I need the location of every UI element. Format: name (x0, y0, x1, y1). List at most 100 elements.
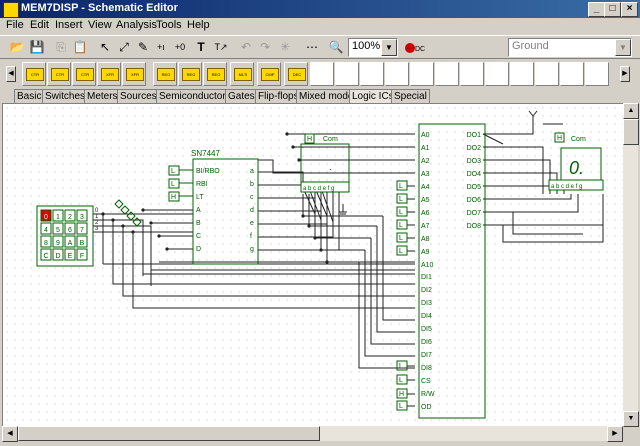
part-ctr-1[interactable]: CTR (22, 62, 46, 86)
horizontal-scrollbar[interactable]: ◀ ▶ (2, 426, 623, 442)
keypad-key[interactable]: 2 (68, 214, 72, 221)
maximize-button[interactable]: □ (604, 2, 621, 17)
grid-icon[interactable]: ⋯ (303, 38, 321, 56)
ground-select[interactable]: Ground ▼ (508, 38, 632, 57)
part-xfr-1[interactable]: XFR (97, 62, 121, 86)
part-slot[interactable] (460, 62, 484, 86)
level-source[interactable]: L (399, 209, 403, 216)
level-source[interactable]: L (171, 181, 175, 188)
tab-logic-ics[interactable]: Logic ICs (349, 89, 397, 103)
part-slot[interactable] (410, 62, 434, 86)
level-source[interactable]: L (399, 403, 403, 410)
keypad-key[interactable]: F (80, 253, 84, 260)
part-mlti[interactable]: MLTI (230, 62, 254, 86)
keypad-key[interactable]: 4 (44, 227, 48, 234)
level-source[interactable]: L (399, 248, 403, 255)
keypad-key[interactable]: 8 (44, 240, 48, 247)
part-slot[interactable] (560, 62, 584, 86)
part-slot[interactable] (335, 62, 359, 86)
vertical-scroll-thumb[interactable] (623, 119, 639, 145)
bus-icon[interactable]: +ı (152, 38, 170, 56)
seven-segment-display-right[interactable]: H Com a b c d e f g 0. (548, 132, 604, 191)
schematic-canvas[interactable]: 0 1 2 3 4 5 6 7 8 9 A B C D E F 0 1 2 3 (2, 103, 624, 427)
menu-insert[interactable]: Insert (55, 19, 83, 31)
text-icon[interactable]: T (192, 38, 210, 56)
parts-scroll-left[interactable]: ◀ (6, 66, 16, 82)
zoom-icon[interactable]: 🔍 (327, 38, 345, 56)
part-reg-3[interactable]: REG (203, 62, 227, 86)
scroll-down-icon[interactable]: ▼ (623, 411, 639, 427)
tab-sources[interactable]: Sources (117, 89, 160, 103)
level-source[interactable]: L (399, 235, 403, 242)
scroll-left-icon[interactable]: ◀ (2, 426, 18, 442)
hex-keypad[interactable]: 0 1 2 3 4 5 6 7 8 9 A B C D E F 0 1 2 3 (36, 199, 142, 267)
node-icon[interactable]: +0 (171, 38, 189, 56)
horizontal-scroll-thumb[interactable] (18, 426, 320, 441)
tab-special[interactable]: Special (391, 89, 430, 103)
paste-icon[interactable]: 📋 (71, 38, 89, 56)
seven-segment-display-left[interactable]: H Com a b c d e f g . (300, 133, 350, 193)
tab-semiconductors[interactable]: Semiconductors (156, 89, 234, 103)
part-ctr-2[interactable]: CTR (47, 62, 71, 86)
part-slot[interactable] (510, 62, 534, 86)
scroll-up-icon[interactable]: ▲ (623, 103, 639, 119)
keypad-key[interactable]: 3 (80, 214, 84, 221)
part-reg-2[interactable]: REG (178, 62, 202, 86)
part-xfr-2[interactable]: XFR (122, 62, 146, 86)
rotate-right-icon[interactable]: ↷ (256, 38, 274, 56)
keypad-key[interactable]: 6 (68, 227, 72, 234)
keypad-key[interactable]: 5 (56, 227, 60, 234)
menu-view[interactable]: View (88, 19, 112, 31)
open-folder-icon[interactable]: 📂 (8, 38, 26, 56)
part-slot[interactable] (360, 62, 384, 86)
tab-basic[interactable]: Basic (14, 89, 45, 103)
part-slot[interactable] (385, 62, 409, 86)
select-arrow-icon[interactable]: ↖ (96, 38, 114, 56)
vertical-scrollbar[interactable]: ▲ ▼ (623, 103, 639, 427)
level-source[interactable]: H (557, 135, 562, 142)
tab-mixed-mode[interactable]: Mixed mode (296, 89, 357, 103)
level-source[interactable]: L (399, 196, 403, 203)
part-dec[interactable]: DEC (284, 62, 308, 86)
keypad-key[interactable]: D (55, 253, 60, 260)
pencil-icon[interactable]: ✎ (134, 38, 152, 56)
wire-icon[interactable]: ⤢ (115, 38, 133, 56)
memory-chip[interactable]: A0 A1 A2 A3 A4 A5 A6 A7 A8 A9 A10 DI1 DI… (396, 123, 486, 419)
part-slot[interactable] (435, 62, 459, 86)
menu-analysis[interactable]: Analysis (116, 19, 157, 31)
menu-help[interactable]: Help (187, 19, 210, 31)
dc-analysis-button[interactable]: DC (402, 38, 428, 56)
scroll-right-icon[interactable]: ▶ (607, 426, 623, 442)
menu-edit[interactable]: Edit (30, 19, 49, 31)
parts-scroll-right[interactable]: ▶ (620, 66, 630, 82)
label-icon[interactable]: T↗ (212, 38, 230, 56)
rotate-left-icon[interactable]: ↶ (237, 38, 255, 56)
level-source[interactable]: H (399, 391, 404, 398)
keypad-key[interactable]: E (68, 253, 73, 260)
level-source[interactable]: L (399, 183, 403, 190)
part-reg-1[interactable]: REG (153, 62, 177, 86)
part-slot[interactable] (485, 62, 509, 86)
tab-switches[interactable]: Switches (42, 89, 89, 103)
part-slot[interactable] (310, 62, 334, 86)
zoom-select[interactable]: 100% ▼ (348, 38, 398, 57)
keypad-key[interactable]: C (43, 253, 48, 260)
part-cmp[interactable]: CMP (257, 62, 281, 86)
part-slot[interactable] (585, 62, 609, 86)
menu-file[interactable]: File (6, 19, 24, 31)
tab-gates[interactable]: Gates (225, 89, 258, 103)
keypad-key[interactable]: 0 (44, 214, 48, 221)
minimize-button[interactable]: _ (588, 2, 605, 17)
tab-flip-flops[interactable]: Flip-flops (255, 89, 302, 103)
save-icon[interactable]: 💾 (28, 38, 46, 56)
menu-tools[interactable]: Tools (156, 19, 182, 31)
keypad-key[interactable]: 1 (56, 214, 60, 221)
copy-icon[interactable]: ⎘ (52, 38, 70, 56)
sn7447-decoder[interactable]: SN7447 BI/RBO RBI LT A B C D a b c d e f… (168, 149, 259, 265)
level-source[interactable]: L (399, 377, 403, 384)
level-source[interactable]: H (307, 136, 312, 143)
close-button[interactable]: × (621, 2, 638, 17)
level-source[interactable]: L (171, 168, 175, 175)
keypad-key[interactable]: A (68, 240, 73, 247)
keypad-key[interactable]: 9 (56, 240, 60, 247)
